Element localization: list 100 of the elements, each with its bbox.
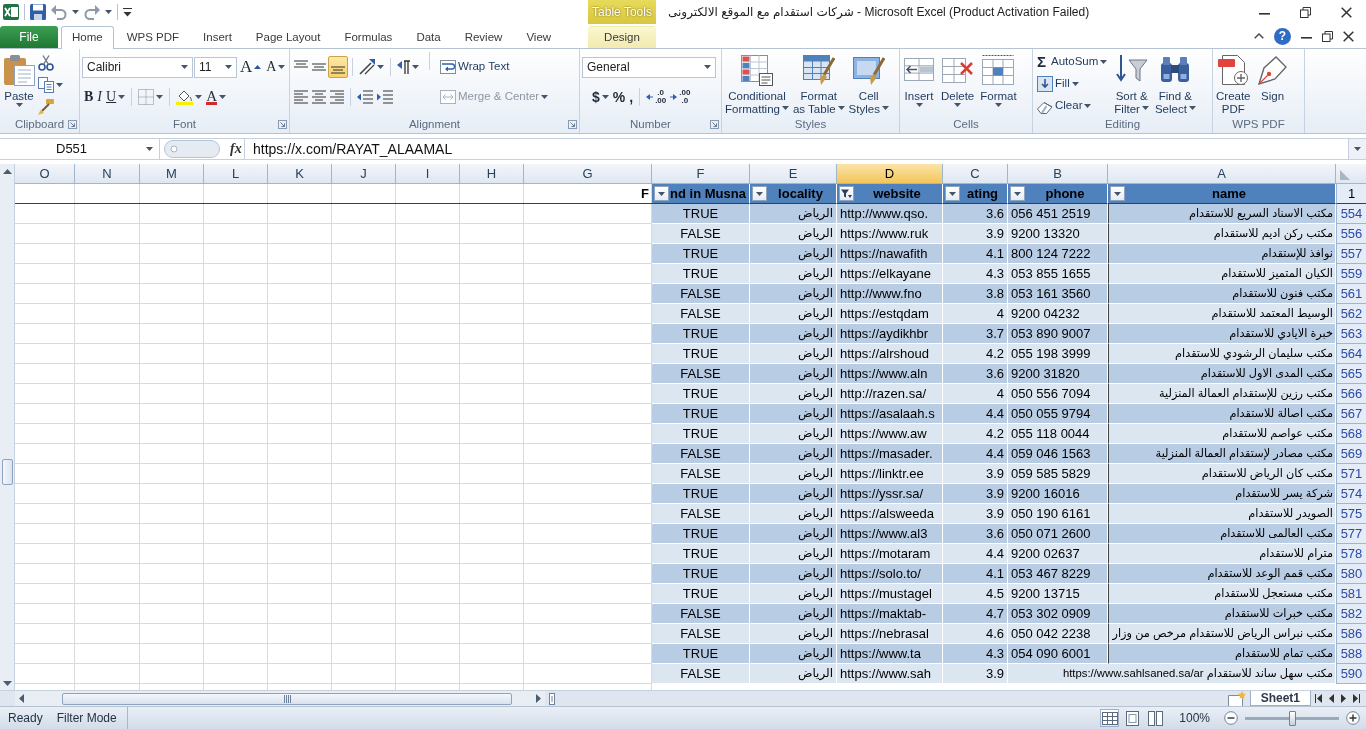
undo-icon[interactable] [51,4,67,20]
row-header[interactable]: 561 [1336,284,1366,304]
column-header[interactable]: A [1108,164,1336,184]
percent-button[interactable]: % [610,86,628,108]
filter-button[interactable] [839,186,854,201]
row-header[interactable]: 586 [1336,624,1366,644]
row-header[interactable]: 557 [1336,244,1366,264]
number-format-field[interactable]: General [582,56,716,78]
ribbon-tab[interactable]: Design [588,26,656,48]
row-header[interactable]: 590 [1336,664,1366,684]
collapse-ribbon-icon[interactable] [1254,33,1264,39]
row-header[interactable]: 578 [1336,544,1366,564]
restore-icon[interactable] [1322,30,1333,42]
column-header[interactable]: N [75,164,140,184]
customize-menu-icon[interactable] [123,7,132,17]
column-header[interactable]: M [140,164,204,184]
clear-button[interactable]: Clear [1035,95,1110,117]
row-header[interactable]: 567 [1336,404,1366,424]
next-sheet-icon[interactable] [1341,694,1346,703]
first-sheet-icon[interactable] [1315,694,1322,703]
row-header[interactable]: 569 [1336,444,1366,464]
redo-icon[interactable] [84,4,100,20]
row-header[interactable]: 582 [1336,604,1366,624]
row-header[interactable]: 575 [1336,504,1366,524]
ribbon-button[interactable]: Format [979,52,1018,111]
column-header[interactable]: H [460,164,524,184]
ribbon-tab[interactable]: Data [405,26,452,48]
scroll-thumb[interactable] [62,692,512,705]
borders-button[interactable] [136,86,166,108]
font-size-field[interactable]: 11 [194,56,237,78]
column-header[interactable]: E [750,164,837,184]
row-header[interactable]: 580 [1336,564,1366,584]
filter-button[interactable] [752,186,767,201]
scroll-thumb[interactable] [1,459,13,485]
row-header[interactable]: 581 [1336,584,1366,604]
ribbon-button[interactable]: Delete [940,52,976,111]
restore-icon[interactable] [1300,6,1311,18]
pill-handle-icon[interactable] [164,140,220,158]
ribbon-button[interactable]: Cell Styles [847,52,890,116]
column-header[interactable]: F [652,164,750,184]
last-sheet-icon[interactable] [1353,694,1360,703]
expand-formula-button[interactable] [1348,139,1366,159]
autosum-button[interactable]: Σ AutoSum [1035,51,1110,73]
ribbon-button[interactable]: Find & Select [1153,52,1197,116]
ribbon-tab[interactable]: WPS PDF [115,26,191,48]
view-button[interactable] [1100,709,1120,727]
ribbon-button[interactable]: Create PDF [1215,52,1252,116]
help-button[interactable]: ? [1274,27,1291,45]
bold-button[interactable]: B [82,86,96,108]
split-handle-icon[interactable] [549,692,555,705]
zoom-in-icon[interactable] [1346,711,1360,725]
row-header[interactable]: 568 [1336,424,1366,444]
insert-function-button[interactable]: fx [228,140,244,158]
column-header[interactable]: K [268,164,332,184]
row-header[interactable]: 1 [1336,184,1366,204]
filter-button[interactable] [1010,186,1025,201]
ribbon-button[interactable]: Conditional Formatting [724,52,790,116]
comma-button[interactable]: , [627,86,636,108]
ribbon-tab[interactable]: Page Layout [244,26,332,48]
ribbon-button[interactable]: Paste [2,52,36,111]
column-header[interactable]: L [204,164,268,184]
row-header[interactable]: 554 [1336,204,1366,224]
slider-thumb[interactable] [1289,710,1296,726]
view-button[interactable] [1146,709,1166,727]
column-header[interactable]: J [332,164,396,184]
row-header[interactable]: 571 [1336,464,1366,484]
row-header[interactable]: 559 [1336,264,1366,284]
vertical-align-button[interactable] [328,56,348,78]
column-header[interactable]: O [15,164,75,184]
ribbon-button[interactable]: Format as Table [791,52,846,116]
caret-icon[interactable] [72,10,79,14]
row-header[interactable]: 588 [1336,644,1366,664]
row-header[interactable]: 562 [1336,304,1366,324]
ribbon-tab[interactable]: Formulas [333,26,404,48]
row-header[interactable]: 564 [1336,344,1366,364]
column-header[interactable]: C [943,164,1008,184]
filter-button[interactable] [1110,186,1125,201]
copy-button[interactable] [36,74,65,96]
ribbon-tab[interactable]: View [515,26,563,48]
zoom-out-icon[interactable] [1224,711,1238,725]
dialog-launcher-icon[interactable] [709,120,719,129]
vertical-scrollbar[interactable] [0,164,15,690]
spreadsheet-logo-icon[interactable] [3,4,19,20]
column-header[interactable]: G [524,164,652,184]
new-sheet-icon[interactable] [1227,690,1246,707]
row-header[interactable]: 566 [1336,384,1366,404]
save-icon[interactable] [30,4,46,20]
scroll-left-icon[interactable] [19,694,24,703]
currency-button[interactable]: $ [590,86,611,108]
row-header[interactable]: 574 [1336,484,1366,504]
ribbon-button[interactable]: Sign [1255,52,1290,103]
caret-icon[interactable] [105,10,112,14]
sheet-tab[interactable]: Sheet1 [1249,691,1311,706]
dialog-launcher-icon[interactable] [567,120,577,129]
fill-button[interactable]: Fill [1035,73,1110,95]
row-header[interactable]: 556 [1336,224,1366,244]
increase-decimal-button[interactable]: .0 .00 [644,86,669,108]
ribbon-tab[interactable]: Home [61,26,114,49]
wrap-text-button[interactable]: Wrap Text [438,56,512,78]
column-header[interactable]: D [837,164,943,184]
